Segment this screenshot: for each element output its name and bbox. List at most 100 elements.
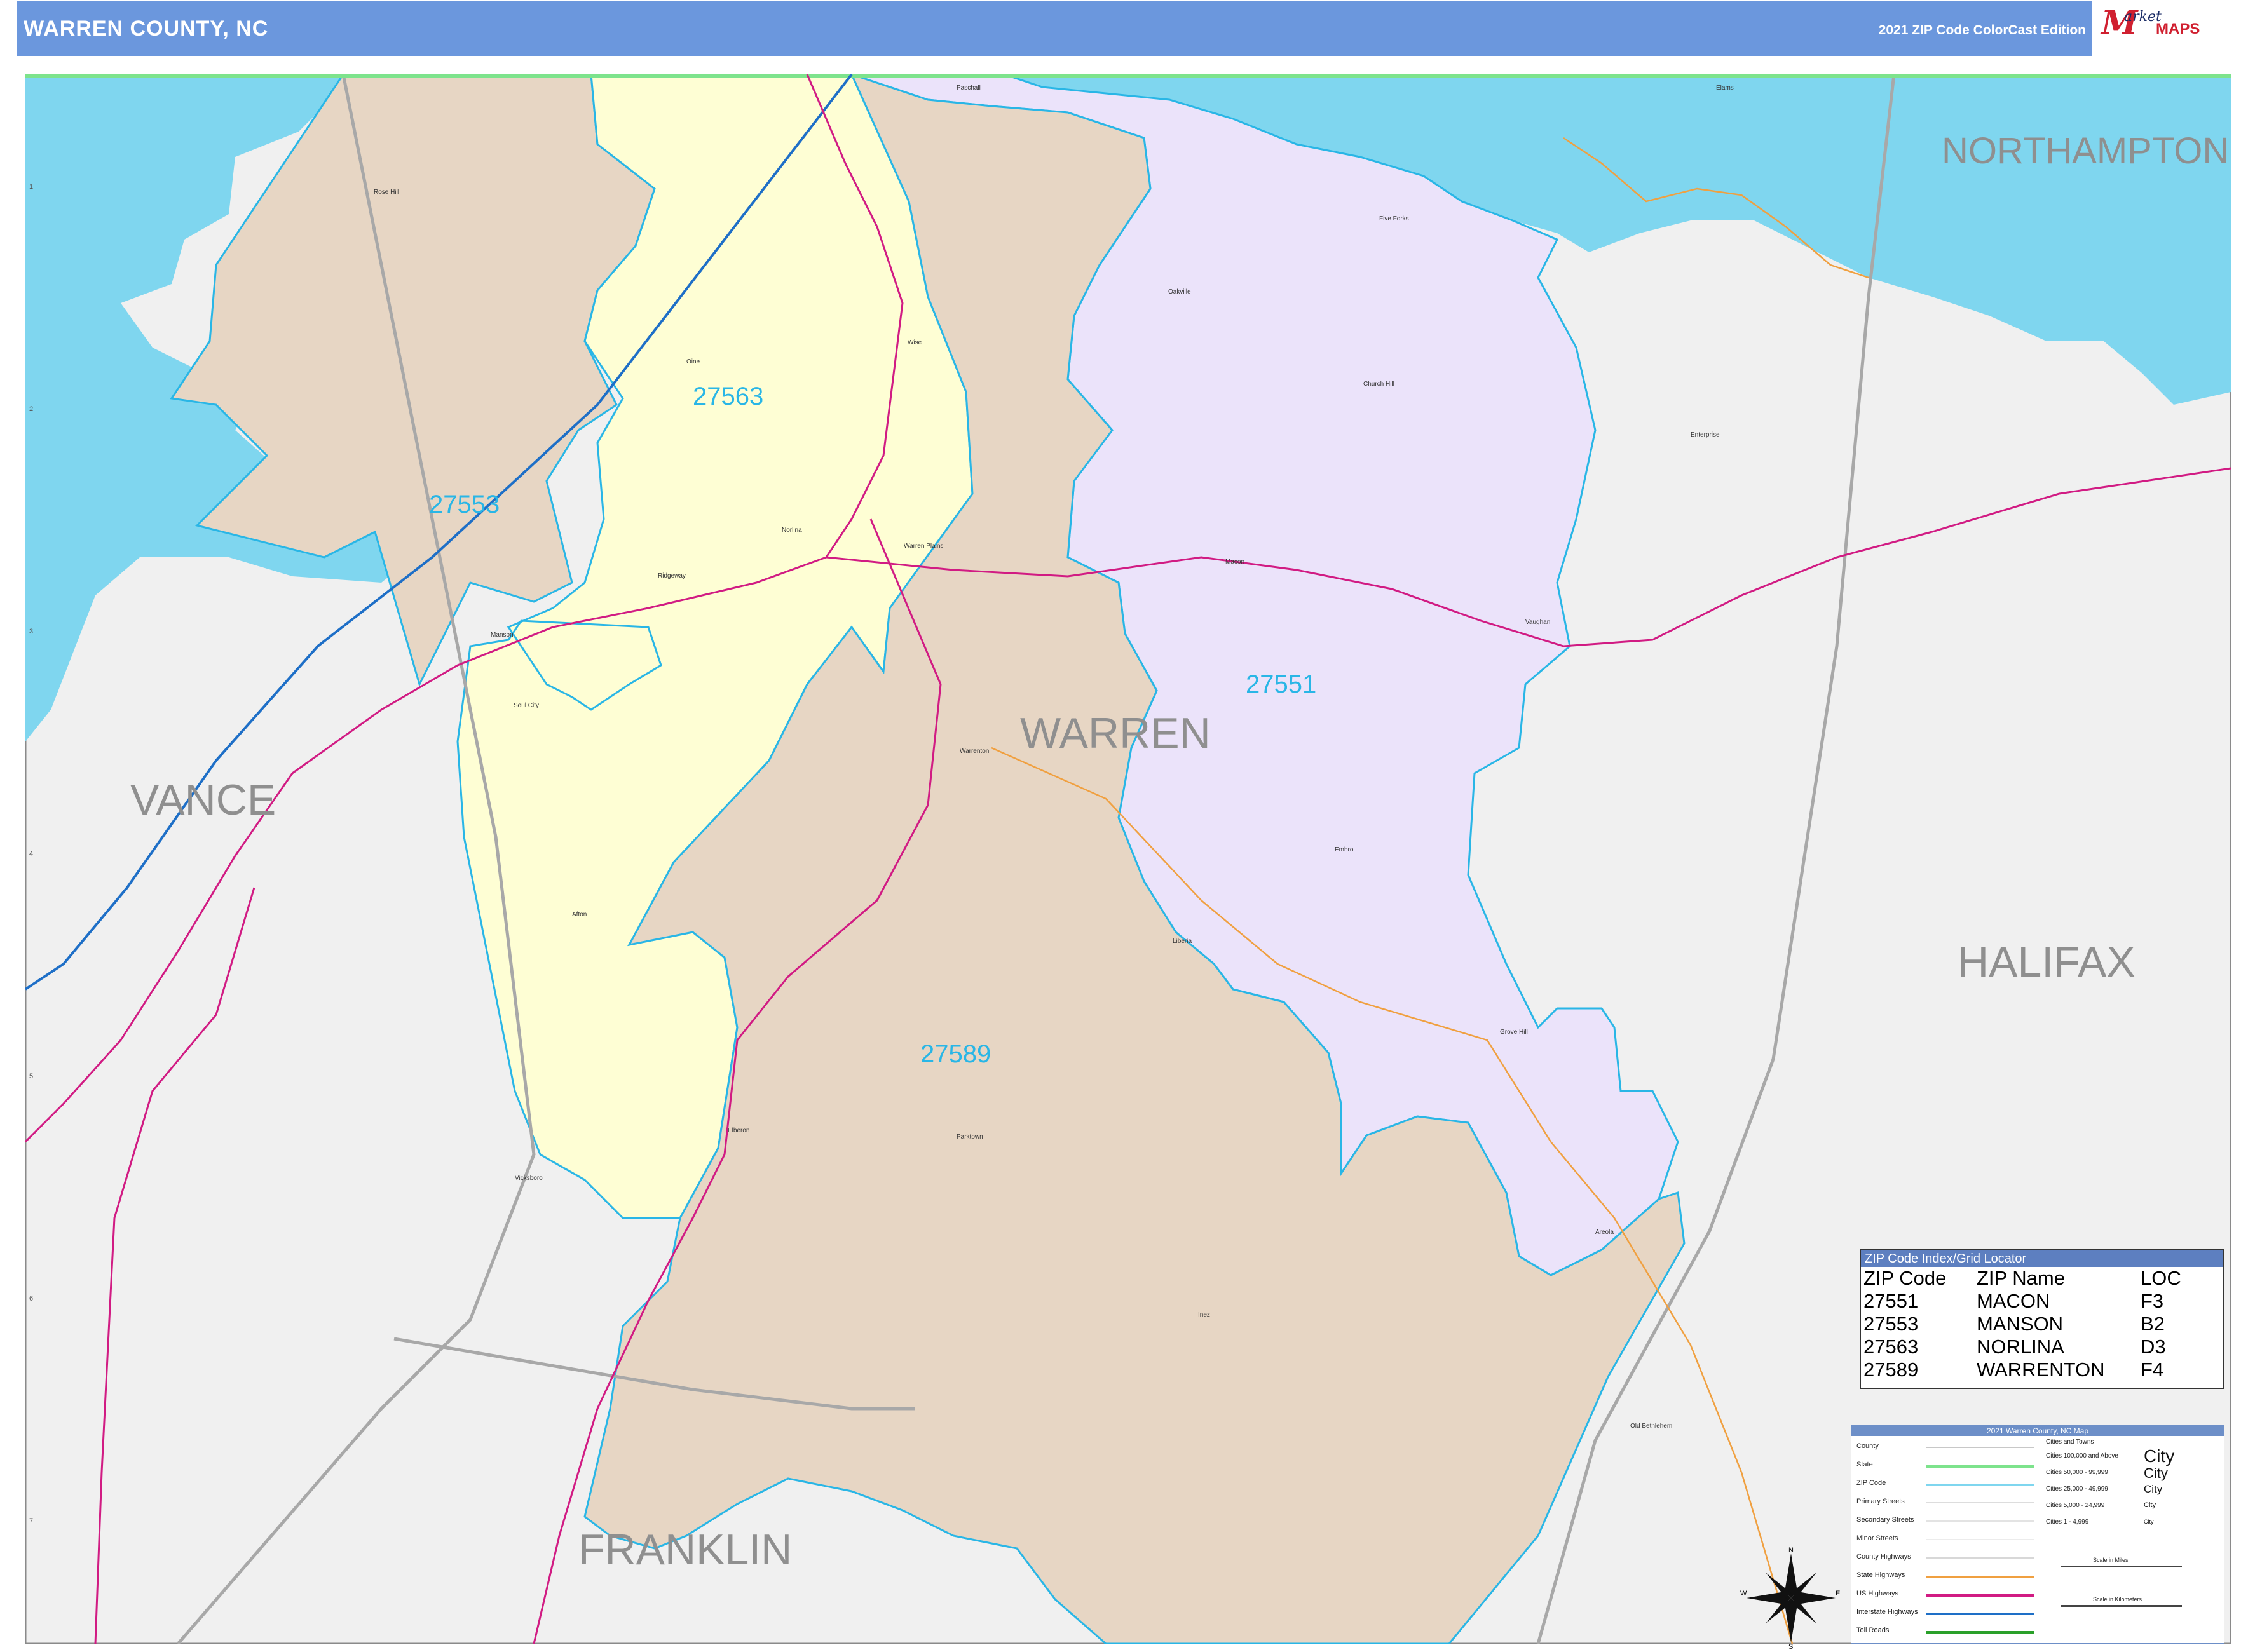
town-label: Liberia (1173, 938, 1192, 945)
zip-label-27553: 27553 (429, 491, 500, 518)
town-label: Grove Hill (1500, 1029, 1528, 1036)
town-label: Paschall (957, 85, 981, 91)
zip-index-header-row: ZIP Code ZIP Name LOC (1861, 1267, 2184, 1290)
scale-bar-km (2061, 1605, 2182, 1607)
town-label: Warren Plains (904, 543, 943, 550)
town-label: Oakville (1168, 288, 1191, 295)
legend-item-secondary: Secondary Streets (1856, 1516, 1914, 1524)
town-label: Embro (1335, 846, 1354, 853)
town-label: Vicksboro (515, 1175, 543, 1182)
town-label: Church Hill (1363, 381, 1394, 388)
zip-label-27589: 27589 (920, 1040, 991, 1068)
town-label: Elberon (728, 1127, 749, 1134)
city-tier-label: Cities 100,000 and Above (2046, 1452, 2118, 1459)
town-label: Warrenton (960, 748, 989, 755)
legend-sample-state-hwy (1926, 1576, 2034, 1578)
compass-rose-icon: N S E W (1740, 1547, 1840, 1649)
zip-loc-cell: F4 (2141, 1358, 2164, 1381)
zip-index-row: 27551 MACON F3 (1861, 1290, 2184, 1313)
legend-item-minor: Minor Streets (1856, 1534, 1898, 1542)
edition-label: 2021 ZIP Code ColorCast Edition (1878, 23, 2086, 37)
scale-bar-miles (2061, 1566, 2182, 1567)
legend-sample-county-hwy (1926, 1557, 2034, 1559)
legend-item-interstate: Interstate Highways (1856, 1608, 1918, 1616)
county-label-franklin: FRANKLIN (578, 1526, 792, 1574)
zip-code-index: ZIP Code Index/Grid Locator ZIP Code ZIP… (1860, 1249, 2224, 1389)
city-tier-sample: City (2144, 1501, 2156, 1509)
zip-loc-cell: B2 (2141, 1313, 2165, 1335)
legend-item-primary: Primary Streets (1856, 1498, 1905, 1505)
legend-sample-primary (1926, 1502, 2034, 1503)
zip-index-header: ZIP Code (1863, 1267, 1947, 1289)
town-label: Macon (1225, 559, 1244, 565)
zip-code-cell: 27551 (1863, 1290, 1919, 1312)
cities-heading: Cities and Towns (2046, 1439, 2094, 1446)
zip-index-row: 27553 MANSON B2 (1861, 1313, 2184, 1336)
zip-index-title: ZIP Code Index/Grid Locator (1861, 1250, 2223, 1267)
legend-item-state: State (1856, 1461, 1873, 1468)
zip-index-header: ZIP Name (1977, 1267, 2065, 1289)
zip-name-cell: MACON (1977, 1290, 2050, 1312)
town-label: Afton (572, 911, 587, 918)
town-label: Manson (491, 632, 514, 639)
legend-sample-us-hwy (1926, 1594, 2034, 1597)
zip-name-cell: MANSON (1977, 1313, 2064, 1335)
city-tier-sample: City (2144, 1446, 2175, 1466)
header-bar: WARREN COUNTY, NC 2021 ZIP Code ColorCas… (17, 1, 2232, 56)
grid-row-label: 1 (29, 183, 33, 191)
compass-w: W (1740, 1590, 1747, 1597)
zip-loc-cell: D3 (2141, 1336, 2166, 1358)
map-title: WARREN COUNTY, NC (24, 17, 269, 41)
legend-item-county: County (1856, 1442, 1879, 1450)
grid-row-label: 7 (29, 1517, 33, 1525)
legend-sample-secondary (1926, 1520, 2034, 1522)
county-map[interactable]: 27563 27553 27551 27589 WARREN VANCE NOR… (25, 74, 2231, 1644)
city-tier-label: Cities 50,000 - 99,999 (2046, 1469, 2108, 1476)
city-tier-sample: City (2144, 1519, 2154, 1525)
zip-index-row: 27563 NORLINA D3 (1861, 1336, 2184, 1358)
zip-index-table: ZIP Code ZIP Name LOC 27551 MACON F3 275… (1861, 1267, 2184, 1381)
legend-sample-zip (1926, 1484, 2034, 1486)
town-label: Rose Hill (374, 189, 399, 196)
town-label: Enterprise (1691, 431, 1720, 438)
county-label-halifax: HALIFAX (1958, 938, 2136, 986)
zip-code-cell: 27553 (1863, 1313, 1919, 1335)
compass-n: N (1788, 1547, 1794, 1554)
scale-km-label: Scale in Kilometers (2093, 1596, 2142, 1602)
town-label: Elams (1716, 85, 1734, 91)
scale-miles-label: Scale in Miles (2093, 1557, 2129, 1563)
zip-index-header: LOC (2141, 1267, 2181, 1289)
town-label: Areola (1595, 1229, 1614, 1236)
city-tier-label: Cities 1 - 4,999 (2046, 1519, 2089, 1526)
town-label: Ridgeway (658, 572, 686, 579)
zip-code-cell: 27563 (1863, 1336, 1919, 1358)
county-label-warren: WARREN (1020, 709, 1211, 757)
legend-item-us-hwy: US Highways (1856, 1590, 1899, 1597)
legend-title: 2021 Warren County, NC Map (1851, 1426, 2224, 1436)
county-label-vance: VANCE (130, 776, 276, 824)
legend-item-county-hwy: County Highways (1856, 1553, 1911, 1561)
grid-row-label: 4 (29, 850, 33, 858)
legend-sample-state (1926, 1465, 2034, 1468)
city-tier-sample: City (2144, 1483, 2163, 1495)
grid-row-label: 5 (29, 1073, 33, 1080)
county-label-northampton: NORTHAMPTON (1942, 130, 2229, 172)
city-tier-label: Cities 5,000 - 24,999 (2046, 1502, 2105, 1509)
legend-sample-toll (1926, 1631, 2034, 1634)
map-legend: 2021 Warren County, NC Map County State … (1851, 1425, 2224, 1644)
zip-label-27563: 27563 (693, 383, 763, 410)
zip-label-27551: 27551 (1246, 670, 1316, 698)
zip-loc-cell: F3 (2141, 1290, 2164, 1312)
logo-word-maps: MAPS (2156, 20, 2200, 37)
town-label: Vaughan (1525, 619, 1550, 626)
legend-item-zip: ZIP Code (1856, 1479, 1886, 1487)
compass-e: E (1836, 1590, 1840, 1597)
legend-sample-interstate (1926, 1613, 2034, 1615)
zip-index-row: 27589 WARRENTON F4 (1861, 1358, 2184, 1381)
town-label: Inez (1198, 1311, 1210, 1318)
town-label: Soul City (514, 702, 539, 709)
zip-code-cell: 27589 (1863, 1358, 1919, 1381)
legend-item-state-hwy: State Highways (1856, 1571, 1905, 1579)
town-label: Five Forks (1379, 215, 1409, 222)
legend-sample-minor (1926, 1539, 2034, 1540)
